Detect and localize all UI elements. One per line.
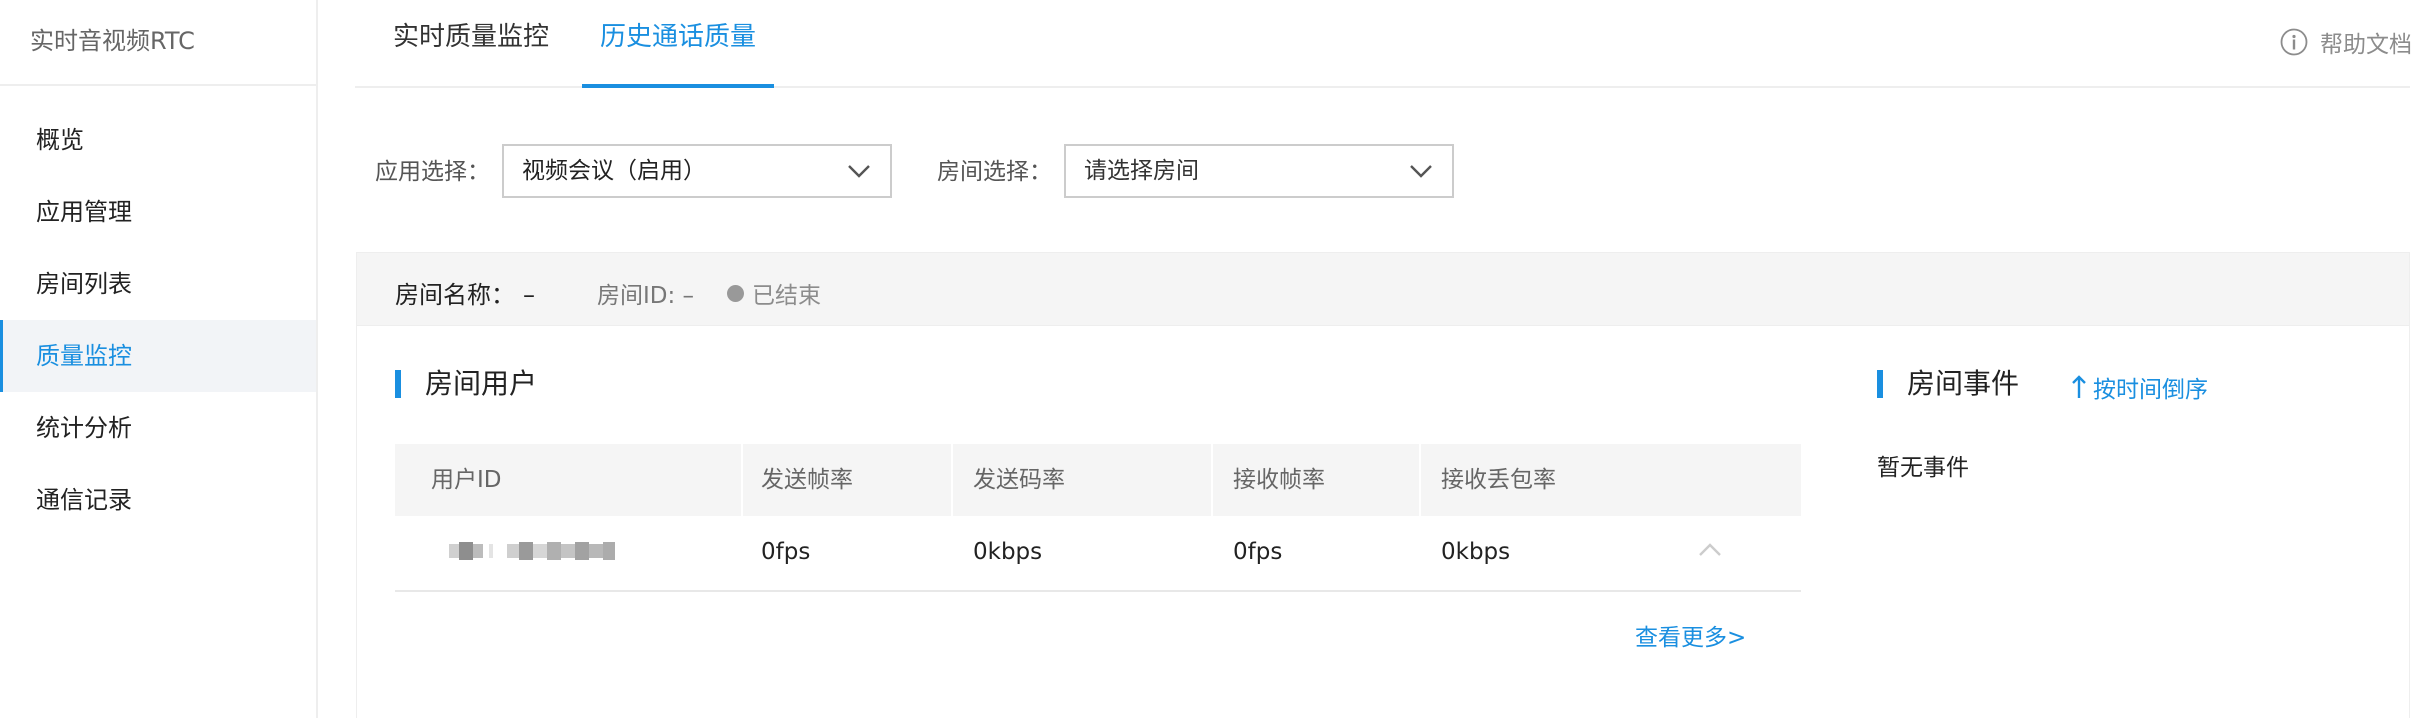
sort-label: 按时间倒序 [2093,377,2208,403]
room-users-title: 房间用户 [395,368,537,400]
room-name-value: – [523,281,535,309]
cell-recv-fps: 0fps [1233,539,1283,565]
chevron-down-icon [1410,165,1432,178]
cell-send-fps: 0fps [761,539,811,565]
view-more-link[interactable]: 查看更多> [1635,618,1746,652]
cell-send-bitrate: 0kbps [973,539,1043,565]
room-select-placeholder: 请选择房间 [1084,158,1199,184]
column-send-bitrate: 发送码率 [953,444,1213,516]
info-icon [2280,28,2308,56]
table-row: 0fps 0kbps 0fps 0kbps [395,516,1801,592]
status-dot-icon [727,284,744,302]
chevron-up-icon[interactable] [1697,540,1723,560]
arrow-up-icon [2072,375,2086,398]
redacted-user-id [449,542,615,560]
tab-realtime-quality[interactable]: 实时质量监控 [393,0,549,88]
help-docs-label: 帮助文档 [2320,32,2412,58]
room-name-label: 房间名称： [395,281,515,309]
room-detail-panel: 房间用户 用户ID 发送帧率 发送码率 接收帧率 接收丢包率 0fps 0kbp… [356,326,2410,718]
room-events-title: 房间事件 [1877,368,2019,400]
chevron-down-icon [848,165,870,178]
cell-user-id [395,516,743,588]
tab-bar: 实时质量监控 历史通话质量 [355,0,2410,88]
column-user-id: 用户ID [395,444,743,516]
sidebar-item-statistics[interactable]: 统计分析 [0,392,316,464]
table-header: 用户ID 发送帧率 发送码率 接收帧率 接收丢包率 [395,444,1801,516]
tab-history-quality[interactable]: 历史通话质量 [582,0,775,88]
column-recv-loss: 接收丢包率 [1441,467,1556,493]
sidebar-nav: 概览 应用管理 房间列表 质量监控 统计分析 通信记录 [0,104,316,536]
no-events-text: 暂无事件 [1877,455,1969,481]
sidebar-item-overview[interactable]: 概览 [0,104,316,176]
column-send-fps: 发送帧率 [743,444,953,516]
sidebar-item-call-records[interactable]: 通信记录 [0,464,316,536]
sort-by-time-desc-button[interactable]: 按时间倒序 [2071,370,2208,404]
room-users-table: 用户ID 发送帧率 发送码率 接收帧率 接收丢包率 0fps 0kbps 0fp… [395,444,1801,592]
room-select-label: 房间选择： [937,159,1052,185]
column-recv-fps: 接收帧率 [1213,444,1421,516]
status-badge: 已结束 [727,276,821,310]
sidebar-item-room-list[interactable]: 房间列表 [0,248,316,320]
help-docs-link[interactable]: 帮助文档 [2280,25,2412,59]
app-select[interactable]: 视频会议（启用） [502,144,892,198]
sidebar: 实时音视频RTC 概览 应用管理 房间列表 质量监控 统计分析 通信记录 [0,0,318,718]
room-select[interactable]: 请选择房间 [1064,144,1454,198]
sidebar-title: 实时音视频RTC [0,0,316,86]
room-id: 房间ID: – [597,283,695,309]
cell-recv-loss: 0kbps [1441,539,1511,565]
status-text: 已结束 [752,283,821,309]
room-name: 房间名称： – [395,275,535,310]
app-select-label: 应用选择： [375,159,490,185]
sidebar-item-app-management[interactable]: 应用管理 [0,176,316,248]
sidebar-item-quality-monitoring[interactable]: 质量监控 [0,320,316,392]
app-select-value: 视频会议（启用） [522,158,706,184]
room-info-bar: 房间名称： – 房间ID: – 已结束 [356,252,2410,326]
